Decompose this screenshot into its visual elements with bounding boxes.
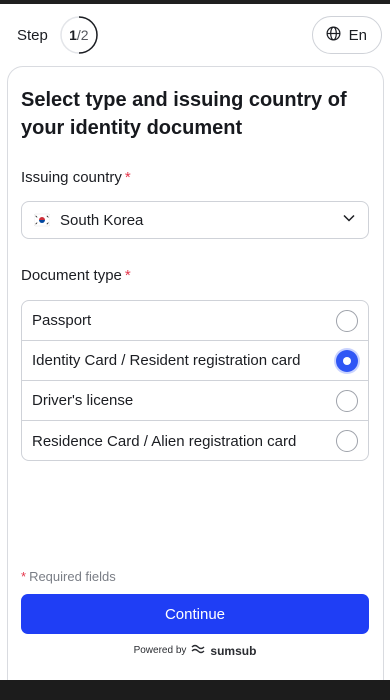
language-label: En: [348, 26, 367, 44]
step-current: 1: [69, 27, 77, 43]
system-navigation-bar: [0, 680, 390, 700]
language-button[interactable]: En: [311, 16, 382, 54]
document-type-list: Passport Identity Card / Resident regist…: [21, 300, 369, 461]
sumsub-logo-icon: [191, 643, 205, 658]
powered-by: Powered by sumsub: [0, 643, 390, 658]
required-star: *: [124, 267, 131, 284]
required-fields-note: * Required fields: [21, 569, 116, 584]
brand-name: sumsub: [210, 643, 257, 658]
document-type-label: Document type *: [21, 267, 131, 284]
issuing-country-label: Issuing country *: [21, 169, 131, 186]
required-star: *: [124, 169, 131, 186]
globe-icon: [326, 26, 341, 45]
document-option-residence-card[interactable]: Residence Card / Alien registration card: [22, 421, 368, 460]
option-label: Passport: [32, 312, 92, 329]
radio-button-selected[interactable]: [336, 349, 358, 372]
option-label: Driver's license: [32, 392, 134, 409]
chevron-down-icon: [342, 211, 356, 230]
required-star: *: [21, 569, 27, 584]
powered-by-label: Powered by: [133, 645, 187, 656]
document-option-identity-card[interactable]: Identity Card / Resident registration ca…: [22, 341, 368, 381]
radio-button[interactable]: [336, 430, 358, 452]
document-option-drivers-license[interactable]: Driver's license: [22, 381, 368, 421]
step-indicator: Step 1/2: [17, 16, 98, 54]
continue-button[interactable]: Continue: [21, 594, 369, 634]
south-korea-flag-icon: [33, 212, 51, 228]
header: Step 1/2 En: [0, 4, 390, 66]
step-label: Step: [17, 26, 48, 44]
option-label: Residence Card / Alien registration card: [32, 432, 297, 450]
country-select-value: South Korea: [60, 211, 144, 229]
country-select[interactable]: South Korea: [21, 201, 369, 239]
radio-button[interactable]: [336, 389, 358, 412]
option-label: Identity Card / Resident registration ca…: [32, 352, 301, 369]
radio-button[interactable]: [336, 309, 358, 332]
step-total: /2: [76, 27, 89, 43]
document-option-passport[interactable]: Passport: [22, 301, 368, 341]
step-progress-ring: 1/2: [60, 16, 98, 54]
page-title: Select type and issuing country of your …: [21, 89, 347, 139]
